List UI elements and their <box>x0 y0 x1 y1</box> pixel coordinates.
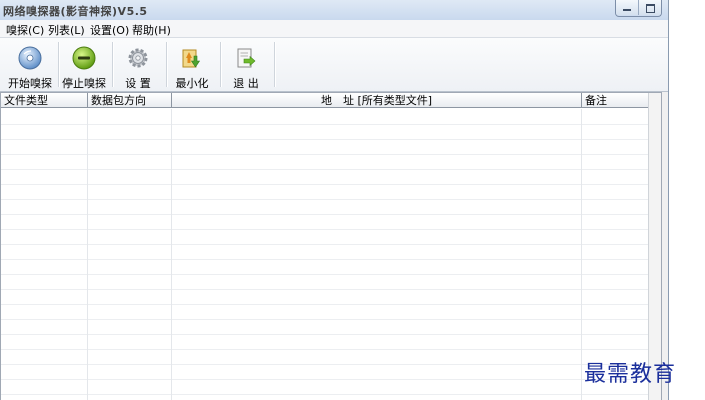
stop-sniff-button[interactable]: 停止嗅探 <box>59 40 109 90</box>
window-title: 网络嗅探器(影音神探)V5.5 <box>3 5 148 18</box>
vertical-scrollbar[interactable] <box>648 93 661 400</box>
grid-row-line <box>1 394 649 395</box>
minimize-label: 最小化 <box>175 77 209 90</box>
settings-button[interactable]: 设 置 <box>113 40 163 90</box>
column-header-address[interactable]: 地 址 [所有类型文件] <box>172 93 582 108</box>
start-sniff-label: 开始嗅探 <box>8 77 52 90</box>
maximize-window-button[interactable] <box>638 0 661 15</box>
grid-row-line <box>1 169 649 170</box>
menu-list[interactable]: 列表(L) <box>48 22 85 38</box>
grid-column-line <box>171 109 172 400</box>
title-bar: 网络嗅探器(影音神探)V5.5 <box>0 0 668 20</box>
grid-row-line <box>1 379 649 380</box>
stop-icon <box>72 46 96 70</box>
gear-icon <box>128 48 148 68</box>
menu-settings[interactable]: 设置(O) <box>90 22 129 38</box>
grid-row-line <box>1 214 649 215</box>
toolbar-separator <box>274 42 276 87</box>
menu-sniff[interactable]: 嗅探(C) <box>6 22 44 38</box>
grid-row-line <box>1 289 649 290</box>
grid-row-line <box>1 124 649 125</box>
exit-button[interactable]: 退 出 <box>221 40 271 90</box>
grid-row-line <box>1 229 649 230</box>
grid-row-line <box>1 334 649 335</box>
grid-column-line <box>87 109 88 400</box>
grid-row-line <box>1 364 649 365</box>
grid-row-line <box>1 199 649 200</box>
stop-sniff-label: 停止嗅探 <box>62 77 106 90</box>
app-window: 网络嗅探器(影音神探)V5.5 嗅探(C) 列表(L) 设置(O) 帮助(H) … <box>0 0 669 400</box>
toolbar: 开始嗅探 停止嗅探 设 置 最小化 退 出 <box>0 38 668 92</box>
column-header-remarks[interactable]: 备注 <box>582 93 649 108</box>
grid-row-line <box>1 349 649 350</box>
grid-row-line <box>1 244 649 245</box>
minimize-window-button[interactable] <box>616 0 638 15</box>
exit-icon <box>237 48 256 68</box>
start-sniff-button[interactable]: 开始嗅探 <box>5 40 55 90</box>
minimize-to-tray-button[interactable]: 最小化 <box>167 40 217 90</box>
settings-label: 设 置 <box>125 77 151 90</box>
grid-row-line <box>1 154 649 155</box>
grid-row-line <box>1 304 649 305</box>
column-header-packet-direction[interactable]: 数据包方向 <box>88 93 172 108</box>
grid-row-line <box>1 259 649 260</box>
menu-help[interactable]: 帮助(H) <box>132 22 171 38</box>
menu-bar: 嗅探(C) 列表(L) 设置(O) 帮助(H) <box>0 20 668 38</box>
exit-label: 退 出 <box>233 77 259 90</box>
grid-row-line <box>1 184 649 185</box>
column-header-file-type[interactable]: 文件类型 <box>1 93 88 108</box>
grid-row-line <box>1 319 649 320</box>
grid-row-line <box>1 274 649 275</box>
file-list[interactable]: 文件类型 数据包方向 地 址 [所有类型文件] 备注 <box>0 92 662 400</box>
grid-row-line <box>1 139 649 140</box>
window-controls <box>615 0 662 17</box>
watermark-text: 最需教育 <box>584 362 677 387</box>
grid-column-line <box>581 109 582 400</box>
disc-icon <box>18 46 42 70</box>
minimize-arrows-icon <box>182 49 201 68</box>
